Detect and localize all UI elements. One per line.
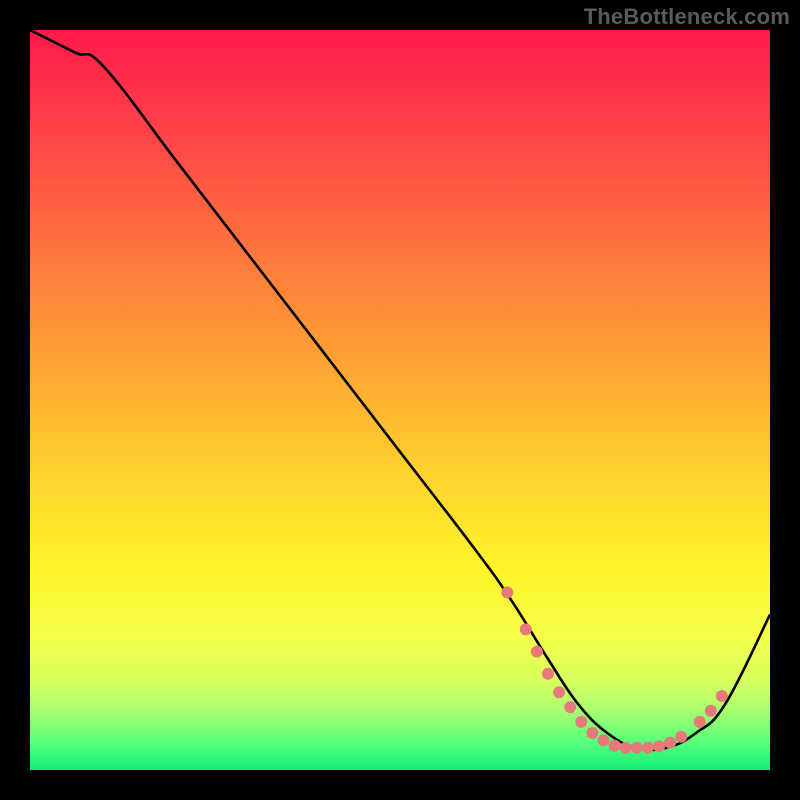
marker-group	[501, 586, 728, 753]
plot-area	[30, 30, 770, 770]
curve-marker	[631, 742, 643, 754]
bottleneck-curve	[30, 30, 770, 750]
curve-marker	[642, 742, 654, 754]
curve-layer	[30, 30, 770, 770]
curve-marker	[586, 727, 598, 739]
curve-marker	[694, 716, 706, 728]
curve-marker	[553, 686, 565, 698]
curve-marker	[653, 740, 665, 752]
curve-marker	[675, 731, 687, 743]
curve-marker	[531, 646, 543, 658]
curve-marker	[501, 586, 513, 598]
chart-stage: TheBottleneck.com	[0, 0, 800, 800]
attribution-text: TheBottleneck.com	[584, 4, 790, 30]
curve-marker	[520, 623, 532, 635]
curve-marker	[542, 668, 554, 680]
curve-marker	[575, 716, 587, 728]
curve-marker	[598, 734, 610, 746]
curve-marker	[705, 705, 717, 717]
curve-marker	[716, 690, 728, 702]
curve-marker	[564, 701, 576, 713]
curve-marker	[664, 737, 676, 749]
curve-marker	[609, 740, 621, 752]
curve-marker	[620, 742, 632, 754]
